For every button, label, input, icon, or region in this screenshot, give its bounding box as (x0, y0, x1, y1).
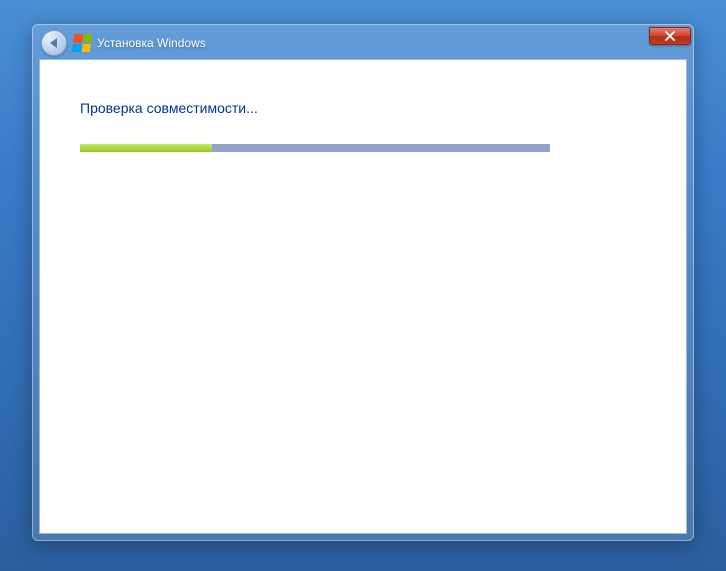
content-pane: Проверка совместимости... (39, 59, 687, 534)
titlebar: Установка Windows (39, 31, 687, 59)
back-button[interactable] (41, 30, 67, 56)
status-heading: Проверка совместимости... (80, 100, 646, 116)
window-frame: Установка Windows Проверка совместимости… (32, 24, 694, 541)
close-icon (665, 31, 675, 41)
window-title: Установка Windows (97, 36, 685, 50)
progress-fill (80, 144, 212, 152)
windows-logo-icon (72, 34, 93, 52)
arrow-left-icon (50, 38, 57, 48)
close-button[interactable] (649, 27, 691, 45)
progress-bar (80, 144, 550, 152)
